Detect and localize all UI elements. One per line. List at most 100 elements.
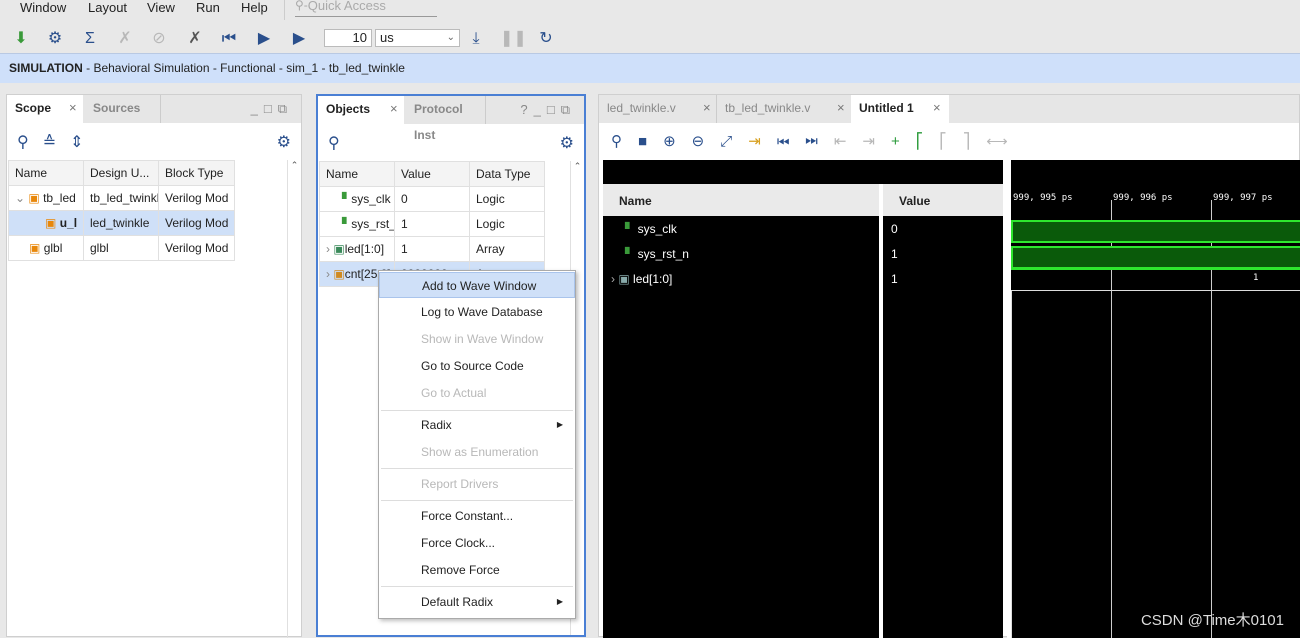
tab-untitled-1[interactable]: Untitled 1 ×: [851, 95, 949, 123]
run-all-icon[interactable]: ▶: [253, 29, 275, 49]
menu-item-show-as-enumeration: Show as Enumeration: [421, 445, 539, 459]
pause-icon: ❚❚: [500, 30, 527, 47]
search-icon: ⚲: [17, 134, 43, 151]
prev-marker-icon: ⎡: [939, 133, 963, 150]
scope-toolbar[interactable]: ⚲≙⇕: [17, 132, 98, 152]
banner-title: SIMULATION: [9, 61, 83, 75]
menu-window[interactable]: Window: [20, 0, 66, 15]
menu-item-force-clock[interactable]: Force Clock...: [379, 530, 575, 556]
menu-item-remove-force[interactable]: Remove Force: [379, 557, 575, 583]
menu-run[interactable]: Run: [196, 0, 220, 15]
objects-table: Name Value Data Type ▘sys_clk 0 Logic ▘sys_r…: [319, 161, 545, 287]
menu-item-add-to-wave-window[interactable]: Add to Wave Window: [379, 272, 575, 298]
restart-icon[interactable]: ⏮: [218, 29, 240, 49]
scope-panel: Scope × Sources _□⧉ ⚲≙⇕ ⚙ Name Design U...…: [6, 94, 302, 638]
col-block-type: Block Type: [157, 160, 236, 186]
gear-icon[interactable]: ⚙: [277, 132, 291, 152]
menu-item-radix[interactable]: Radix ▶: [379, 412, 575, 438]
table-row[interactable]: ▣ u_l led_twinkle Verilog Mod: [8, 210, 236, 236]
menu-layout[interactable]: Layout: [88, 0, 127, 15]
submenu-arrow-icon: ▶: [556, 597, 563, 606]
gear-icon[interactable]: ⚙: [560, 133, 574, 153]
quick-access-input[interactable]: ⚲- Quick Access: [295, 0, 437, 17]
prev-transition-icon: ⇤: [833, 133, 863, 150]
goto-cursor-icon: ⇥: [748, 133, 777, 150]
search-icon: ⚲: [611, 133, 638, 150]
zoom-out-icon: ⊖: [691, 133, 721, 150]
table-row[interactable]: ▣ glbl glbl Verilog Mod: [8, 235, 236, 261]
quick-access-placeholder: Quick Access: [307, 0, 386, 13]
window-controls[interactable]: _□⧉: [251, 101, 293, 117]
tab-protocol-inst[interactable]: Protocol Inst: [406, 96, 486, 142]
settings-icon[interactable]: ⚙: [44, 29, 66, 49]
menu-item-go-to-actual: Go to Actual: [421, 386, 487, 400]
goto-end-icon: ⏭: [805, 133, 834, 150]
search-icon[interactable]: ⚲: [328, 133, 340, 153]
load-sim-icon[interactable]: ⬇: [10, 29, 32, 49]
run-time-input[interactable]: 10: [324, 29, 372, 47]
menu-item-log-to-wave-database[interactable]: Log to Wave Database: [379, 299, 575, 325]
wave-led-value: 1: [1253, 273, 1259, 283]
disabled-tool-icon: ✗: [118, 30, 132, 47]
signal-sys-clk[interactable]: ▘ sys_clk: [625, 222, 677, 236]
relaunch-icon[interactable]: ↻: [535, 29, 557, 49]
context-menu: Add to Wave Window Log to Wave Database …: [378, 270, 576, 619]
tab-sources[interactable]: Sources: [85, 95, 161, 123]
next-marker-icon: ⎤: [962, 133, 987, 150]
tab-scope[interactable]: Scope ×: [7, 95, 83, 123]
waveform-canvas[interactable]: 999, 995 ps 999, 996 ps 999, 997 ps 1: [1007, 160, 1300, 638]
tab-led-twinkle[interactable]: led_twinkle.v ×: [599, 95, 717, 123]
signal-led[interactable]: › ▣ led[1:0]: [611, 272, 672, 286]
chevron-down-icon: ⌄: [446, 32, 455, 43]
menu-item-force-constant[interactable]: Force Constant...: [379, 503, 575, 529]
menu-item-report-drivers: Report Drivers: [421, 477, 499, 491]
window-controls[interactable]: ?_□⧉: [520, 102, 576, 118]
scrollbar[interactable]: ⌃: [287, 160, 301, 638]
close-icon[interactable]: ×: [69, 95, 77, 121]
menu-item-show-in-wave-window: Show in Wave Window: [421, 332, 544, 346]
sigma-icon[interactable]: Σ: [79, 29, 101, 49]
zoom-fit-icon: ⤢: [720, 133, 749, 150]
breakpoint-icon[interactable]: ✗: [184, 29, 206, 49]
zoom-in-icon: ⊕: [663, 133, 692, 150]
table-row[interactable]: ▘sys_rst_n1Logic: [319, 211, 545, 237]
swap-cursors-icon: ⟷: [986, 133, 1024, 150]
wave-sys-rst-n: [1011, 246, 1300, 269]
wave-col-value: Value: [883, 184, 1003, 216]
tab-tb-led-twinkle[interactable]: tb_led_twinkle.v ×: [717, 95, 851, 123]
menu-view[interactable]: View: [147, 0, 175, 15]
save-icon: ■: [638, 133, 664, 150]
banner-subtitle: - Behavioral Simulation - Functional - s…: [82, 61, 405, 75]
simulation-banner: SIMULATION - Behavioral Simulation - Fun…: [0, 53, 1300, 83]
menu-item-default-radix[interactable]: Default Radix ▶: [379, 589, 575, 615]
run-for-time-icon[interactable]: ▶: [288, 29, 310, 49]
table-row[interactable]: ▘sys_clk 0 Logic: [319, 186, 545, 212]
time-unit-value: us: [380, 30, 394, 45]
next-transition-icon: ⇥: [862, 133, 891, 150]
scope-table: Name Design U... Block Type ⌄ ▣ tb_led tb_l…: [8, 160, 236, 261]
table-row[interactable]: ⌄ ▣ tb_led tb_led_twinkle Verilog Mod: [8, 185, 236, 211]
value-sys-clk: 0: [891, 222, 898, 236]
wave-panel: led_twinkle.v × tb_led_twinkle.v × Untitle…: [598, 94, 1300, 638]
submenu-arrow-icon: ▶: [556, 420, 563, 429]
wave-sys-clk: [1011, 220, 1300, 243]
close-icon[interactable]: ×: [390, 96, 398, 122]
menu-bar: Window Layout View Run Help ⚲- Quick Acc…: [0, 0, 1300, 22]
signal-sys-rst-n[interactable]: ▘ sys_rst_n: [625, 247, 689, 261]
wave-toolbar[interactable]: ⚲■⊕⊖⤢⇥⏮⏭⇤⇥+⎡⎡⎤⟷: [611, 132, 1024, 150]
col-design-unit: Design U...: [83, 160, 159, 186]
collapse-all-icon: ≙: [42, 134, 71, 151]
table-row[interactable]: › ▣led[1:0] 1 Array: [319, 236, 545, 262]
wave-names: Name Value ▘ sys_clk 0 ▘ sys_rst_n 1 › ▣…: [603, 160, 1003, 638]
col-name: Name: [8, 160, 84, 186]
tab-objects[interactable]: Objects ×: [318, 96, 404, 124]
time-unit-select[interactable]: us ⌄: [375, 29, 460, 47]
menu-item-go-to-source-code[interactable]: Go to Source Code: [379, 353, 575, 379]
wave-col-name: Name: [603, 184, 879, 216]
step-icon[interactable]: ⤓: [465, 29, 487, 49]
time-tick: 999, 996 ps: [1113, 193, 1173, 203]
menu-help[interactable]: Help: [241, 0, 268, 15]
watermark: CSDN @Time木0101: [1140, 612, 1284, 629]
disabled-tool-icon: ⊘: [152, 30, 166, 47]
time-tick: 999, 995 ps: [1013, 193, 1073, 203]
